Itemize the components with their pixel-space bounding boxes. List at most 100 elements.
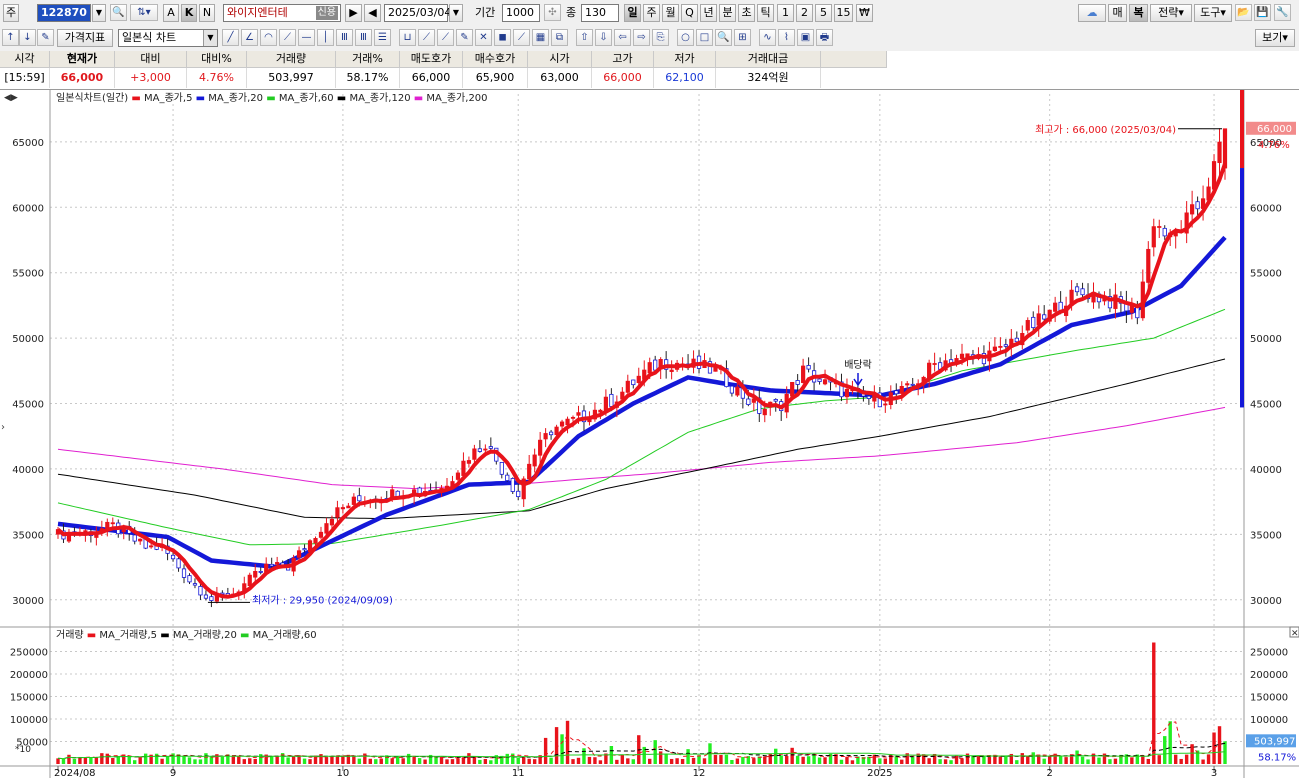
btn-buy[interactable]: 매 — [1108, 4, 1127, 22]
period-month[interactable]: 월 — [662, 4, 679, 22]
volume-bar — [615, 759, 619, 764]
draw-tool-icon[interactable]: ∠ — [241, 29, 258, 46]
btn-multi[interactable]: 복 — [1129, 4, 1148, 22]
currency-button[interactable]: ₩ — [856, 4, 873, 22]
strategy-button[interactable]: 전략▾ — [1150, 4, 1192, 22]
count-input[interactable]: 130 — [581, 4, 619, 22]
period-year[interactable]: 년 — [700, 4, 717, 22]
legend-entry: MA_거래량,20 — [173, 629, 237, 641]
chart-type-select[interactable]: 일본식 차트 ▼ — [118, 29, 218, 47]
period-15[interactable]: 15 — [834, 4, 853, 22]
draw-tool-icon[interactable]: ⟋ — [513, 29, 530, 46]
draw-tool-icon[interactable]: ⇨ — [633, 29, 650, 46]
up-arrow-icon[interactable]: ↑ — [2, 29, 19, 46]
candle-body — [992, 346, 997, 352]
date-input[interactable]: 2025/03/04 — [384, 4, 451, 22]
draw-tool-icon[interactable]: ▣ — [797, 29, 814, 46]
next-arrow-icon[interactable]: ▶ — [345, 4, 362, 22]
period-week[interactable]: 주 — [643, 4, 660, 22]
period-5[interactable]: 5 — [815, 4, 832, 22]
period-1[interactable]: 1 — [777, 4, 794, 22]
tools-button[interactable]: 도구▾ — [1194, 4, 1232, 22]
period-input[interactable]: 1000 — [502, 4, 540, 22]
stock-code-input[interactable]: 122870 — [37, 4, 91, 22]
code-dropdown-icon[interactable]: ▼ — [92, 4, 106, 22]
legend-swatch: ▬ — [84, 630, 100, 641]
draw-tool-icon[interactable]: ⇦ — [614, 29, 631, 46]
draw-tool-icon[interactable]: ⎘ — [652, 29, 669, 46]
draw-tool-icon[interactable]: ⌇ — [778, 29, 795, 46]
cloud-icon[interactable]: ☁ — [1078, 4, 1106, 22]
draw-tool-icon[interactable]: ◼ — [494, 29, 511, 46]
view-button[interactable]: 보기▾ — [1255, 29, 1295, 47]
draw-tool-icon[interactable]: │ — [317, 29, 334, 46]
quote-high: 66,000 — [592, 68, 654, 88]
legend-entry: MA_종가,20 — [208, 92, 263, 104]
candle-body — [532, 454, 537, 467]
draw-tool-icon[interactable]: 🖶 — [816, 29, 833, 46]
draw-tool-icon[interactable]: ⟋ — [418, 29, 435, 46]
down-arrow-icon[interactable]: ↓ — [19, 29, 36, 46]
period-label: 기간 — [475, 6, 496, 19]
volume-bar — [72, 758, 77, 764]
search-icon[interactable]: 🔍 — [110, 4, 127, 21]
save-icon[interactable]: 💾 — [1254, 4, 1271, 21]
legend-entry: MA_종가,120 — [349, 92, 410, 104]
quote-header-time: 시각 — [0, 51, 50, 68]
draw-tool-icon[interactable]: □ — [696, 29, 713, 46]
volume-bar — [275, 756, 279, 764]
price-y-tick-right: 40000 — [1250, 465, 1282, 476]
prev-arrow-icon[interactable]: ◀ — [364, 4, 381, 22]
btn-k[interactable]: K — [181, 4, 197, 22]
period-quarter[interactable]: Q — [681, 4, 698, 22]
wrench-icon[interactable]: 🔧 — [1274, 4, 1291, 21]
calendar-dropdown-icon[interactable]: ▼ — [449, 4, 463, 22]
volume-bar — [543, 737, 548, 764]
folder-icon[interactable]: 📂 — [1235, 4, 1252, 21]
volume-bar — [1086, 759, 1090, 764]
price-y-tick-left: 55000 — [12, 269, 44, 280]
draw-tool-icon[interactable]: ⧉ — [551, 29, 568, 46]
draw-tool-icon[interactable]: ⟋ — [279, 29, 296, 46]
sort-icon[interactable]: ⇅▾ — [130, 4, 158, 21]
draw-tool-icon[interactable]: ○ — [677, 29, 694, 46]
btn-n[interactable]: N — [199, 4, 215, 22]
draw-tool-icon[interactable]: ⇧ — [576, 29, 593, 46]
draw-tool-icon[interactable]: ⟋ — [437, 29, 454, 46]
volume-bar — [664, 754, 668, 764]
draw-tool-icon[interactable]: ✎ — [456, 29, 473, 46]
draw-tool-icon[interactable]: ∿ — [759, 29, 776, 46]
price-y-tick-right: 30000 — [1250, 596, 1282, 607]
stock-chart[interactable]: 30000 30000 35000 35000 40000 40000 45000 45000… — [0, 90, 1299, 778]
draw-tool-icon[interactable]: ☰ — [374, 29, 391, 46]
draw-tool-icon[interactable]: ╱ — [222, 29, 239, 46]
candle-body — [735, 386, 740, 396]
draw-tool-icon[interactable]: ✕ — [475, 29, 492, 46]
volume-bar — [582, 748, 586, 764]
candle-body — [899, 385, 904, 394]
btn-a[interactable]: A — [163, 4, 179, 22]
crosshair-icon[interactable]: ✣ — [544, 4, 561, 21]
draw-tool-icon[interactable]: Ⅲ — [336, 29, 353, 46]
market-select[interactable]: 주 — [3, 4, 19, 22]
stock-name-field[interactable]: 와이지엔터테 신용 — [223, 4, 341, 22]
period-tick[interactable]: 틱 — [757, 4, 774, 22]
draw-tool-icon[interactable]: ◠ — [260, 29, 277, 46]
period-second[interactable]: 초 — [738, 4, 755, 22]
draw-tool-icon[interactable]: ▦ — [532, 29, 549, 46]
price-index-button[interactable]: 가격지표 — [57, 29, 113, 47]
draw-tool-icon[interactable]: ⇩ — [595, 29, 612, 46]
draw-tool-icon[interactable]: — — [298, 29, 315, 46]
period-day[interactable]: 일 — [624, 4, 641, 22]
period-2[interactable]: 2 — [796, 4, 813, 22]
draw-tool-icon[interactable]: Ⅲ — [355, 29, 372, 46]
candle-body — [461, 460, 466, 476]
legend-swatch: ▬ — [237, 630, 253, 641]
x-tick-label: 11 — [512, 768, 525, 778]
draw-tool-icon[interactable]: ⊞ — [734, 29, 751, 46]
period-minute[interactable]: 분 — [719, 4, 736, 22]
draw-tool-icon[interactable]: 🔍 — [715, 29, 732, 46]
chart-type-dropdown-icon[interactable]: ▼ — [203, 30, 217, 46]
edit-icon[interactable]: ✎ — [37, 29, 54, 46]
draw-tool-icon[interactable]: ⊔ — [399, 29, 416, 46]
